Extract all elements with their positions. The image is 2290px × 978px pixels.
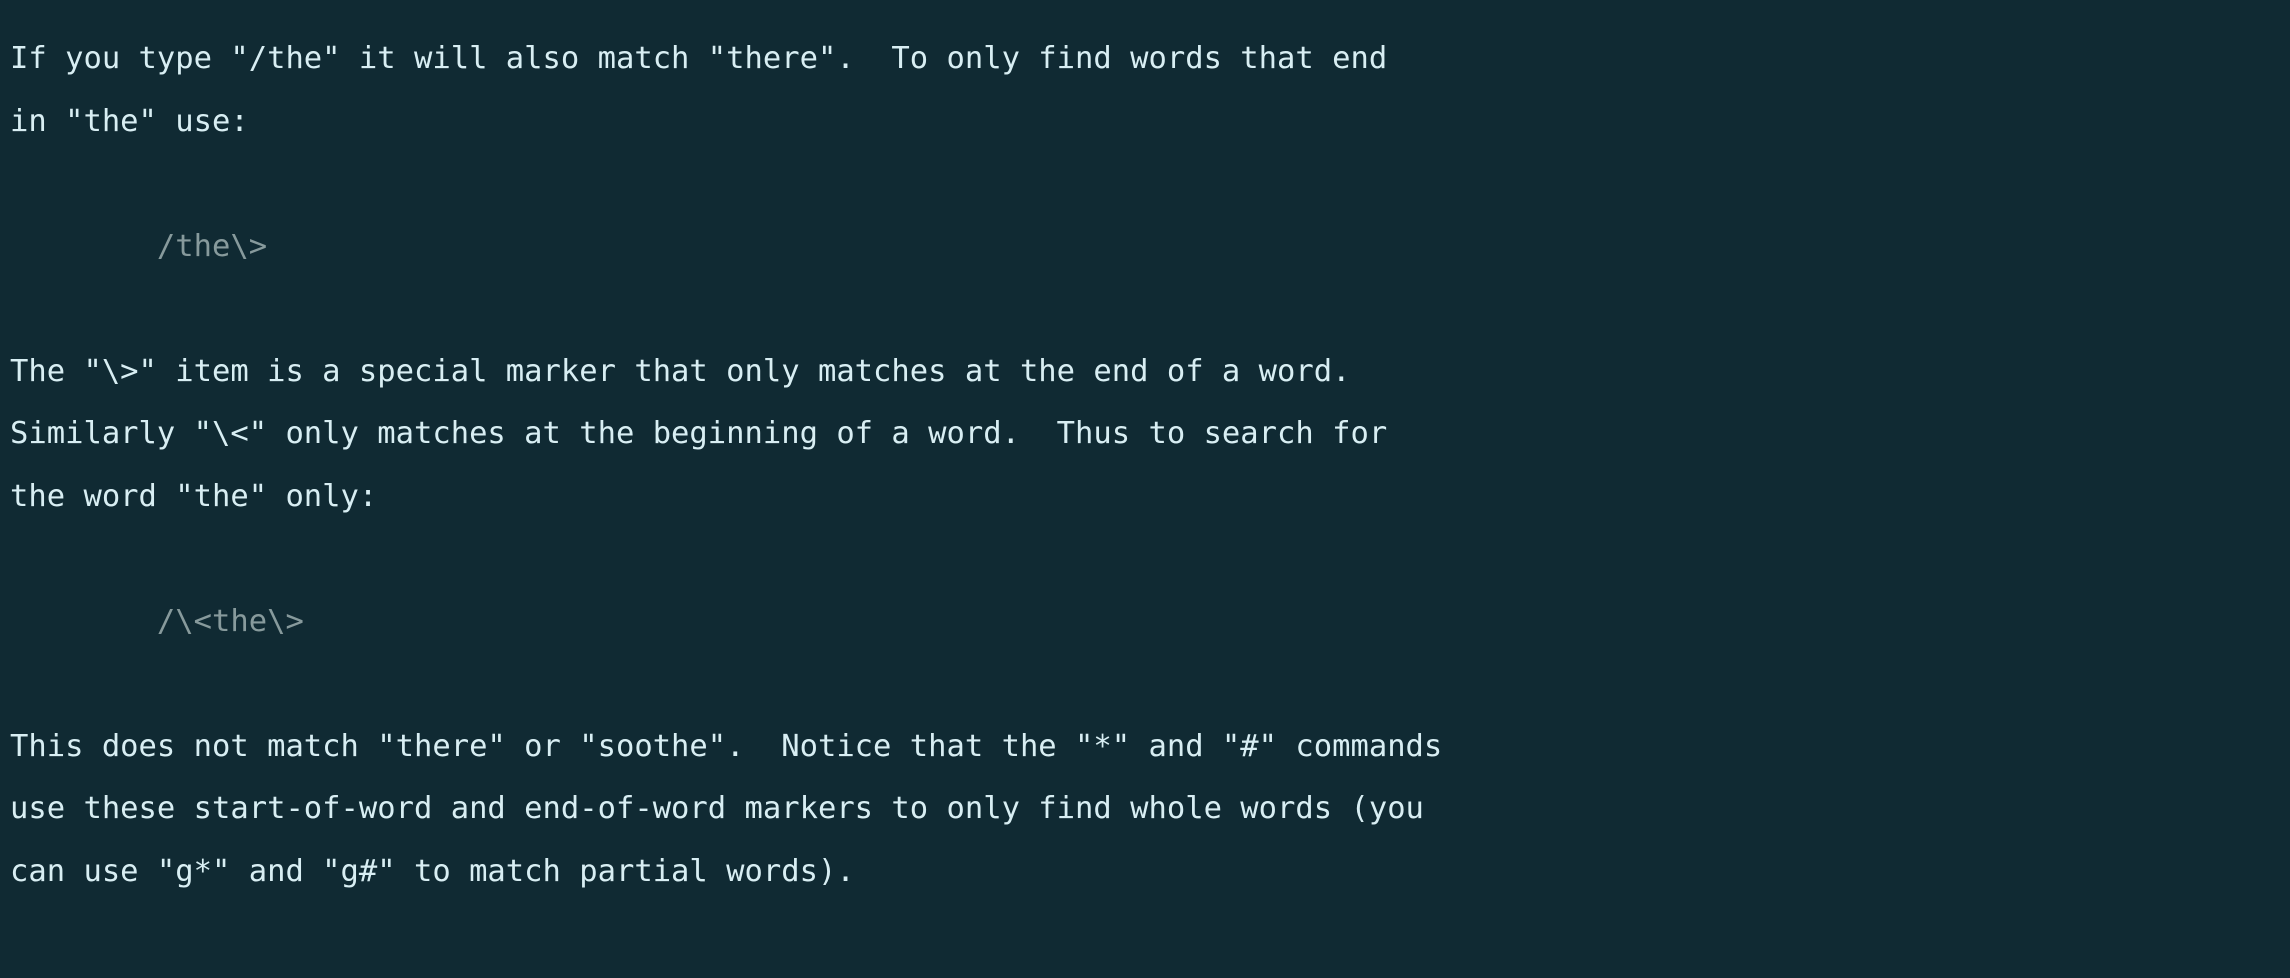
text-line: use these start-of-word and end-of-word … <box>10 791 1424 826</box>
text-line: can use "g*" and "g#" to match partial w… <box>10 853 855 889</box>
text-line: If you type "/the" it will also match "t… <box>10 41 1388 76</box>
text-line: Similarly "\<" only matches at the begin… <box>10 416 1388 451</box>
text-line: in "the" use: <box>10 103 249 139</box>
text-line: The "\>" item is a special marker that o… <box>10 353 1351 389</box>
text-line: the word "the" only: <box>10 478 378 514</box>
code-line: /the\> <box>10 228 268 264</box>
terminal-text-pane: If you type "/the" it will also match "t… <box>0 0 2290 978</box>
code-line: /\<the\> <box>10 603 304 639</box>
text-line: This does not match "there" or "soothe".… <box>10 728 1443 764</box>
